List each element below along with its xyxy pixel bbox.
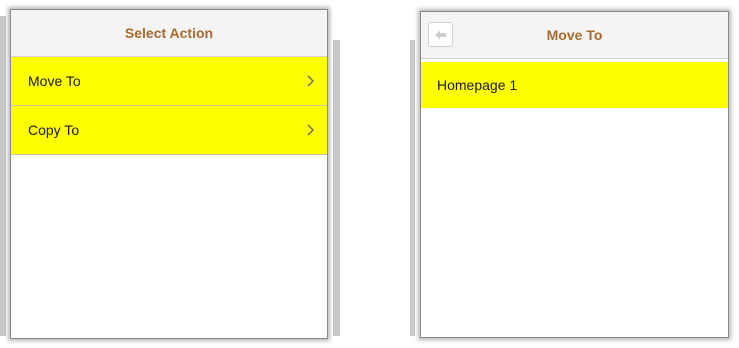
chevron-right-icon [307, 124, 314, 136]
dialog-header: Select Action [11, 10, 327, 57]
dialog-title: Select Action [124, 25, 214, 41]
dialog-title: Move To [546, 27, 603, 43]
copy-to-item[interactable]: Copy To [11, 106, 327, 155]
action-list: Move To Copy To [11, 57, 327, 155]
dialog-header: Move To [421, 12, 728, 59]
background-shadow-right [410, 40, 415, 336]
move-to-label: Move To [28, 73, 81, 89]
homepage-item[interactable]: Homepage 1 [421, 62, 728, 108]
copy-to-label: Copy To [28, 122, 80, 138]
back-button[interactable] [428, 22, 453, 47]
background-shadow-mid [333, 40, 340, 336]
homepage-label: Homepage 1 [437, 77, 518, 93]
background-shadow-left [0, 16, 6, 336]
back-arrow-icon [434, 30, 446, 39]
chevron-right-icon [307, 75, 314, 87]
move-to-item[interactable]: Move To [11, 57, 327, 106]
select-action-dialog: Select Action Move To Copy To [10, 9, 328, 339]
move-to-dialog: Move To Homepage 1 [420, 11, 729, 338]
destination-list: Homepage 1 [421, 62, 728, 108]
